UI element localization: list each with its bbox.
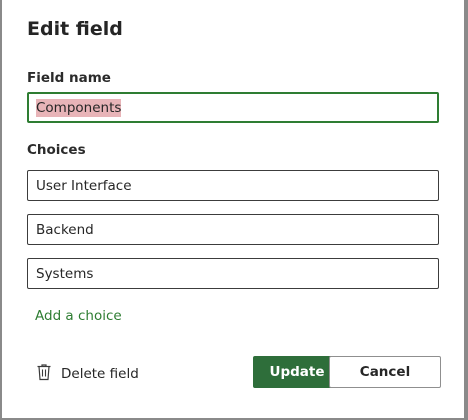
trash-icon (36, 363, 52, 385)
delete-field-label: Delete field (61, 366, 139, 382)
field-name-input[interactable]: Components (27, 92, 439, 123)
field-name-value: Components (36, 98, 122, 117)
update-button[interactable]: Update (253, 356, 341, 388)
dialog-title: Edit field (27, 18, 123, 40)
choice-value: Backend (36, 221, 94, 238)
cancel-button[interactable]: Cancel (329, 356, 441, 388)
edit-field-dialog: Edit field Field name Components Choices… (2, 0, 464, 418)
choice-input-1[interactable]: User Interface (27, 170, 439, 201)
field-name-label: Field name (27, 70, 111, 86)
delete-field-button[interactable]: Delete field (36, 363, 139, 385)
add-choice-link[interactable]: Add a choice (35, 308, 122, 324)
choices-label: Choices (27, 142, 86, 158)
choice-input-3[interactable]: Systems (27, 258, 439, 289)
choice-value: User Interface (36, 177, 132, 194)
choice-input-2[interactable]: Backend (27, 214, 439, 245)
choice-value: Systems (36, 265, 94, 282)
